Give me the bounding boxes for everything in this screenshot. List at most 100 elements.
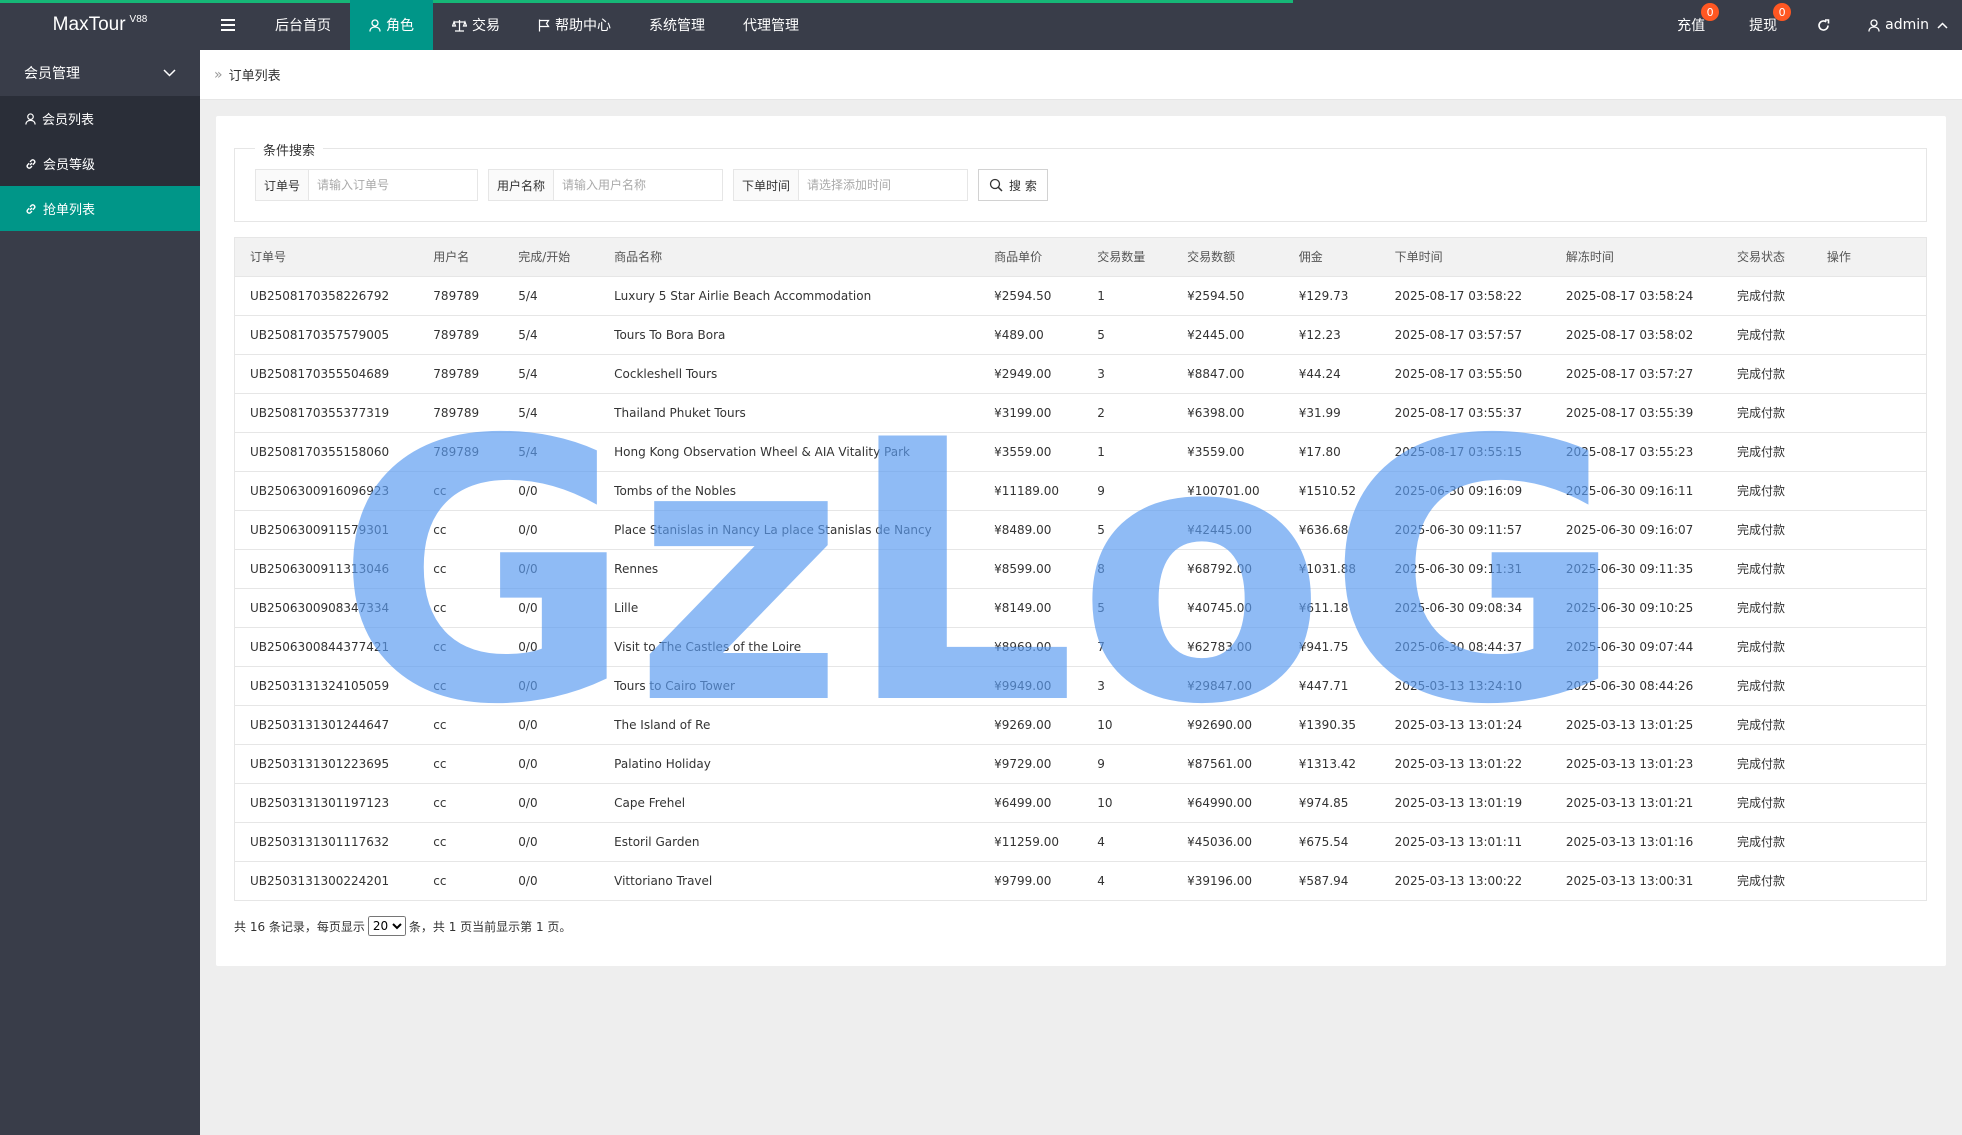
recharge-button[interactable]: 充值 0 [1655, 0, 1727, 50]
user-icon [25, 112, 36, 125]
table-cell: ¥2594.50 [994, 288, 1052, 303]
table-cell [1812, 315, 1926, 354]
table-cell: ¥9799.00 [994, 873, 1052, 888]
sidebar-item-member-level[interactable]: 会员等级 [0, 141, 200, 186]
table-cell: ¥8149.00 [994, 600, 1052, 615]
table-cell: UB2506300911313046 [250, 561, 390, 576]
table-cell: 完成付款 [1736, 796, 1785, 810]
nav-home[interactable]: 后台首页 [256, 0, 350, 50]
table-cell: UB2503131301244647 [250, 717, 390, 732]
sidebar-children: 会员列表 会员等级 抢单列表 [0, 96, 200, 231]
sidebar-item-member-list[interactable]: 会员列表 [0, 96, 200, 141]
top-nav: 后台首页 角色 交易 帮助中心 系统管理 代理管理 [256, 0, 818, 50]
table-cell: UB2506300844377421 [250, 639, 390, 654]
table-cell: 完成付款 [1736, 562, 1785, 576]
table-cell: UB2503131301197123 [250, 795, 390, 810]
search-button-label: 搜 索 [1009, 178, 1037, 193]
table-cell: 2025-03-13 13:01:16 [1565, 834, 1694, 849]
table-cell: 5/4 [518, 405, 538, 420]
table-cell: 4 [1097, 834, 1105, 849]
table-cell [1812, 861, 1926, 900]
table-cell: cc [433, 639, 447, 654]
table-cell: ¥1313.42 [1298, 756, 1357, 771]
sidebar-item-label: 会员列表 [42, 113, 95, 128]
username-input[interactable] [554, 170, 723, 200]
table-cell: ¥40745.00 [1187, 600, 1253, 615]
table-cell: 完成付款 [1736, 835, 1785, 849]
table-cell: ¥1031.88 [1298, 561, 1357, 576]
pagination: 共 16 条记录，每页显示 20 条，共 1 页当前显示第 1 页。 [234, 916, 571, 936]
order-time-input[interactable] [799, 170, 968, 200]
table-cell: 2 [1097, 405, 1105, 420]
table-cell: 5 [1097, 600, 1105, 615]
menu-toggle-button[interactable] [200, 0, 256, 50]
table-cell [1812, 705, 1926, 744]
sidebar: 会员管理 会员列表 会员等级 抢单列表 [0, 50, 200, 1135]
table-cell: 4 [1097, 873, 1105, 888]
withdraw-label: 提现 [1749, 18, 1778, 34]
table-cell: 2025-03-13 13:01:11 [1394, 834, 1523, 849]
admin-name: admin [1885, 17, 1929, 33]
table-cell: ¥129.73 [1298, 288, 1349, 303]
table-cell: The Island of Re [614, 717, 711, 732]
table-cell: UB2503131324105059 [250, 678, 390, 693]
table-row: UB2503131300224201 cc 0/0 Vittoriano Travel… [235, 861, 1926, 900]
refresh-button[interactable] [1799, 0, 1848, 50]
table-cell: cc [433, 678, 447, 693]
nav-trade[interactable]: 交易 [433, 0, 519, 50]
table-cell: 2025-03-13 13:01:22 [1394, 756, 1523, 771]
username-group: 用户名称 [488, 169, 724, 201]
table-cell: 2025-06-30 09:16:07 [1565, 522, 1694, 537]
table-cell: ¥100701.00 [1187, 483, 1260, 498]
table-cell: ¥8847.00 [1187, 366, 1245, 381]
table-cell: ¥44.24 [1298, 366, 1341, 381]
table-cell: 3 [1097, 366, 1105, 381]
table-cell: 完成付款 [1736, 718, 1785, 732]
table-cell [1812, 432, 1926, 471]
table-cell: Tours To Bora Bora [614, 327, 726, 342]
nav-system[interactable]: 系统管理 [630, 0, 724, 50]
table-cell: 1 [1097, 444, 1105, 459]
column-header: 交易状态 [1736, 250, 1785, 265]
table-cell: 完成付款 [1736, 406, 1785, 420]
table-cell: UB2503131301117632 [250, 834, 390, 849]
table-cell: ¥39196.00 [1187, 873, 1253, 888]
table-cell: 2025-03-13 13:01:21 [1565, 795, 1694, 810]
app-logo[interactable]: MaxTour V88 [0, 0, 200, 50]
sidebar-item-label: 抢单列表 [43, 203, 96, 218]
table-cell [1812, 354, 1926, 393]
table-cell: 789789 [433, 288, 480, 303]
order-no-input[interactable] [309, 170, 478, 200]
withdraw-button[interactable]: 提现 0 [1727, 0, 1799, 50]
table-cell [1812, 822, 1926, 861]
table-cell: UB2508170355158060 [250, 444, 390, 459]
table-cell: 5/4 [518, 288, 538, 303]
table-cell: 2025-03-13 13:24:10 [1394, 678, 1523, 693]
admin-menu[interactable]: admin [1848, 0, 1962, 50]
table-cell: Tours to Cairo Tower [614, 678, 735, 693]
table-cell: 完成付款 [1736, 874, 1785, 889]
column-header: 用户名 [433, 250, 470, 265]
sidebar-group-member[interactable]: 会员管理 [0, 50, 200, 96]
search-button[interactable]: 搜 索 [978, 169, 1048, 201]
table-row: UB2503131301117632 cc 0/0 Estoril Garden ¥11… [235, 822, 1926, 861]
column-header: 交易数额 [1187, 250, 1236, 265]
column-header: 操作 [1826, 250, 1851, 265]
table-row: UB2506300911579301 cc 0/0 Place Stanislas i… [235, 510, 1926, 549]
table-cell: 5/4 [518, 327, 538, 342]
nav-role[interactable]: 角色 [350, 0, 433, 50]
admin-user-icon [1868, 18, 1880, 32]
table-cell: ¥587.94 [1298, 873, 1349, 888]
table-cell: Cape Frehel [614, 795, 686, 810]
order-no-group: 订单号 [255, 169, 479, 201]
breadcrumb-current[interactable]: 订单列表 [229, 65, 281, 84]
table-row: UB2508170355158060 789789 5/4 Hong Kong Obs… [235, 432, 1926, 471]
nav-agent[interactable]: 代理管理 [724, 0, 818, 50]
table-cell [1812, 510, 1926, 549]
table-cell: 2025-06-30 09:08:34 [1394, 600, 1523, 615]
nav-help[interactable]: 帮助中心 [519, 0, 630, 50]
sidebar-item-grab-order-list[interactable]: 抢单列表 [0, 186, 200, 231]
table-cell: ¥9269.00 [994, 717, 1052, 732]
page-size-select[interactable]: 20 [367, 916, 406, 936]
table-cell: cc [433, 483, 447, 498]
